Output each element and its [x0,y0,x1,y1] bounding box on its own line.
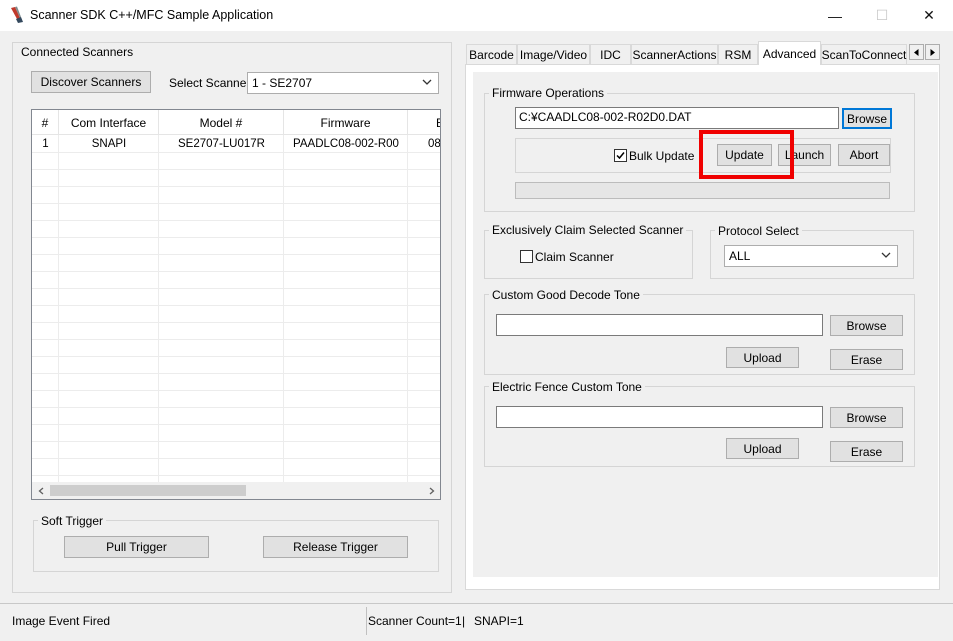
tab-idc[interactable]: IDC [590,44,631,64]
bulk-update-checkbox[interactable] [614,149,627,162]
connected-scanners-label: Connected Scanners [21,45,134,59]
select-scanner-value: 1 - SE2707 [252,76,313,90]
scanner-list-header: # Com Interface Model # Firmware B [32,110,440,135]
status-scanner-count: Scanner Count=1 [368,614,462,628]
protocol-select-label: Protocol Select [715,224,802,238]
firmware-path-field[interactable]: C:¥CAADLC08-002-R02D0.DAT [515,107,839,129]
tab-scanner-actions[interactable]: ScannerActions [631,44,718,64]
scanner-list[interactable]: # Com Interface Model # Firmware B 1 SNA… [31,109,441,500]
decode-tone-erase-button[interactable]: Erase [830,349,903,370]
pull-trigger-button[interactable]: Pull Trigger [64,536,209,558]
firmware-browse-button[interactable]: Browse [842,108,892,129]
checkmark-icon [616,152,625,160]
row-model: SE2707-LU017R [178,137,265,150]
tab-rsm[interactable]: RSM [718,44,758,64]
status-separator [366,607,367,635]
decode-tone-upload-button[interactable]: Upload [726,347,799,368]
tab-barcode[interactable]: Barcode [466,44,517,64]
scroll-left-icon[interactable] [32,482,49,499]
tab-advanced[interactable]: Advanced [758,41,821,65]
fence-tone-path-field[interactable] [496,406,823,428]
row-com-interface: SNAPI [91,137,127,150]
table-row[interactable]: 1 SNAPI SE2707-LU017R PAADLC08-002-R00 0… [32,135,441,152]
select-scanner-label: Select Scanner [169,76,251,90]
exclusive-claim-label: Exclusively Claim Selected Scanner [489,223,687,237]
close-icon: ✕ [923,7,935,23]
minimize-icon: — [828,7,842,24]
firmware-progress-bar [515,182,890,199]
tab-image-video[interactable]: Image/Video [517,44,590,64]
column-header-number[interactable]: # [32,110,59,135]
fence-tone-upload-button[interactable]: Upload [726,438,799,459]
close-button[interactable]: ✕ [906,0,952,31]
scroll-right-icon[interactable] [423,482,440,499]
maximize-button[interactable]: ☐ [859,0,905,31]
fence-tone-browse-button[interactable]: Browse [830,407,903,428]
bulk-update-label: Bulk Update [629,149,695,163]
row-firmware: PAADLC08-002-R00 [293,137,399,150]
discover-scanners-button[interactable]: Discover Scanners [31,71,151,93]
status-event-text: Image Event Fired [12,614,111,628]
horizontal-scrollbar[interactable] [32,482,440,499]
minimize-button[interactable]: — [812,0,858,31]
protocol-select-value: ALL [729,249,751,263]
abort-button[interactable]: Abort [838,144,890,166]
status-bar-divider [0,603,953,604]
fence-tone-erase-button[interactable]: Erase [830,441,903,462]
decode-tone-browse-button[interactable]: Browse [830,315,903,336]
scrollbar-thumb[interactable] [50,485,246,496]
chevron-down-icon [422,79,432,85]
row-number: 1 [42,137,49,150]
release-trigger-button[interactable]: Release Trigger [263,536,408,558]
electric-fence-tone-label: Electric Fence Custom Tone [489,380,645,394]
status-pipe: | [462,614,466,628]
chevron-down-icon [881,252,891,258]
column-header-com-interface[interactable]: Com Interface [59,110,159,135]
column-header-model[interactable]: Model # [159,110,284,135]
tab-scroll-left-icon[interactable] [909,44,924,60]
soft-trigger-label: Soft Trigger [38,514,107,528]
maximize-icon: ☐ [875,7,889,23]
row-extra: 08: [428,137,441,150]
protocol-select-combo[interactable]: ALL [724,245,898,267]
decode-tone-path-field[interactable] [496,314,823,336]
claim-scanner-label: Claim Scanner [535,250,614,264]
custom-decode-tone-label: Custom Good Decode Tone [489,288,643,302]
claim-scanner-checkbox[interactable] [520,250,533,263]
column-header-firmware[interactable]: Firmware [284,110,408,135]
select-scanner-combo[interactable]: 1 - SE2707 [247,72,439,94]
app-icon [9,6,25,24]
update-highlight-box [699,130,794,179]
window-title: Scanner SDK C++/MFC Sample Application [30,8,274,22]
tab-scan-to-connect[interactable]: ScanToConnect [821,44,907,64]
status-snapi-count: SNAPI=1 [474,614,524,628]
tab-scroll-right-icon[interactable] [925,44,940,60]
firmware-operations-label: Firmware Operations [489,86,608,100]
column-header-extra[interactable]: B [408,110,440,135]
